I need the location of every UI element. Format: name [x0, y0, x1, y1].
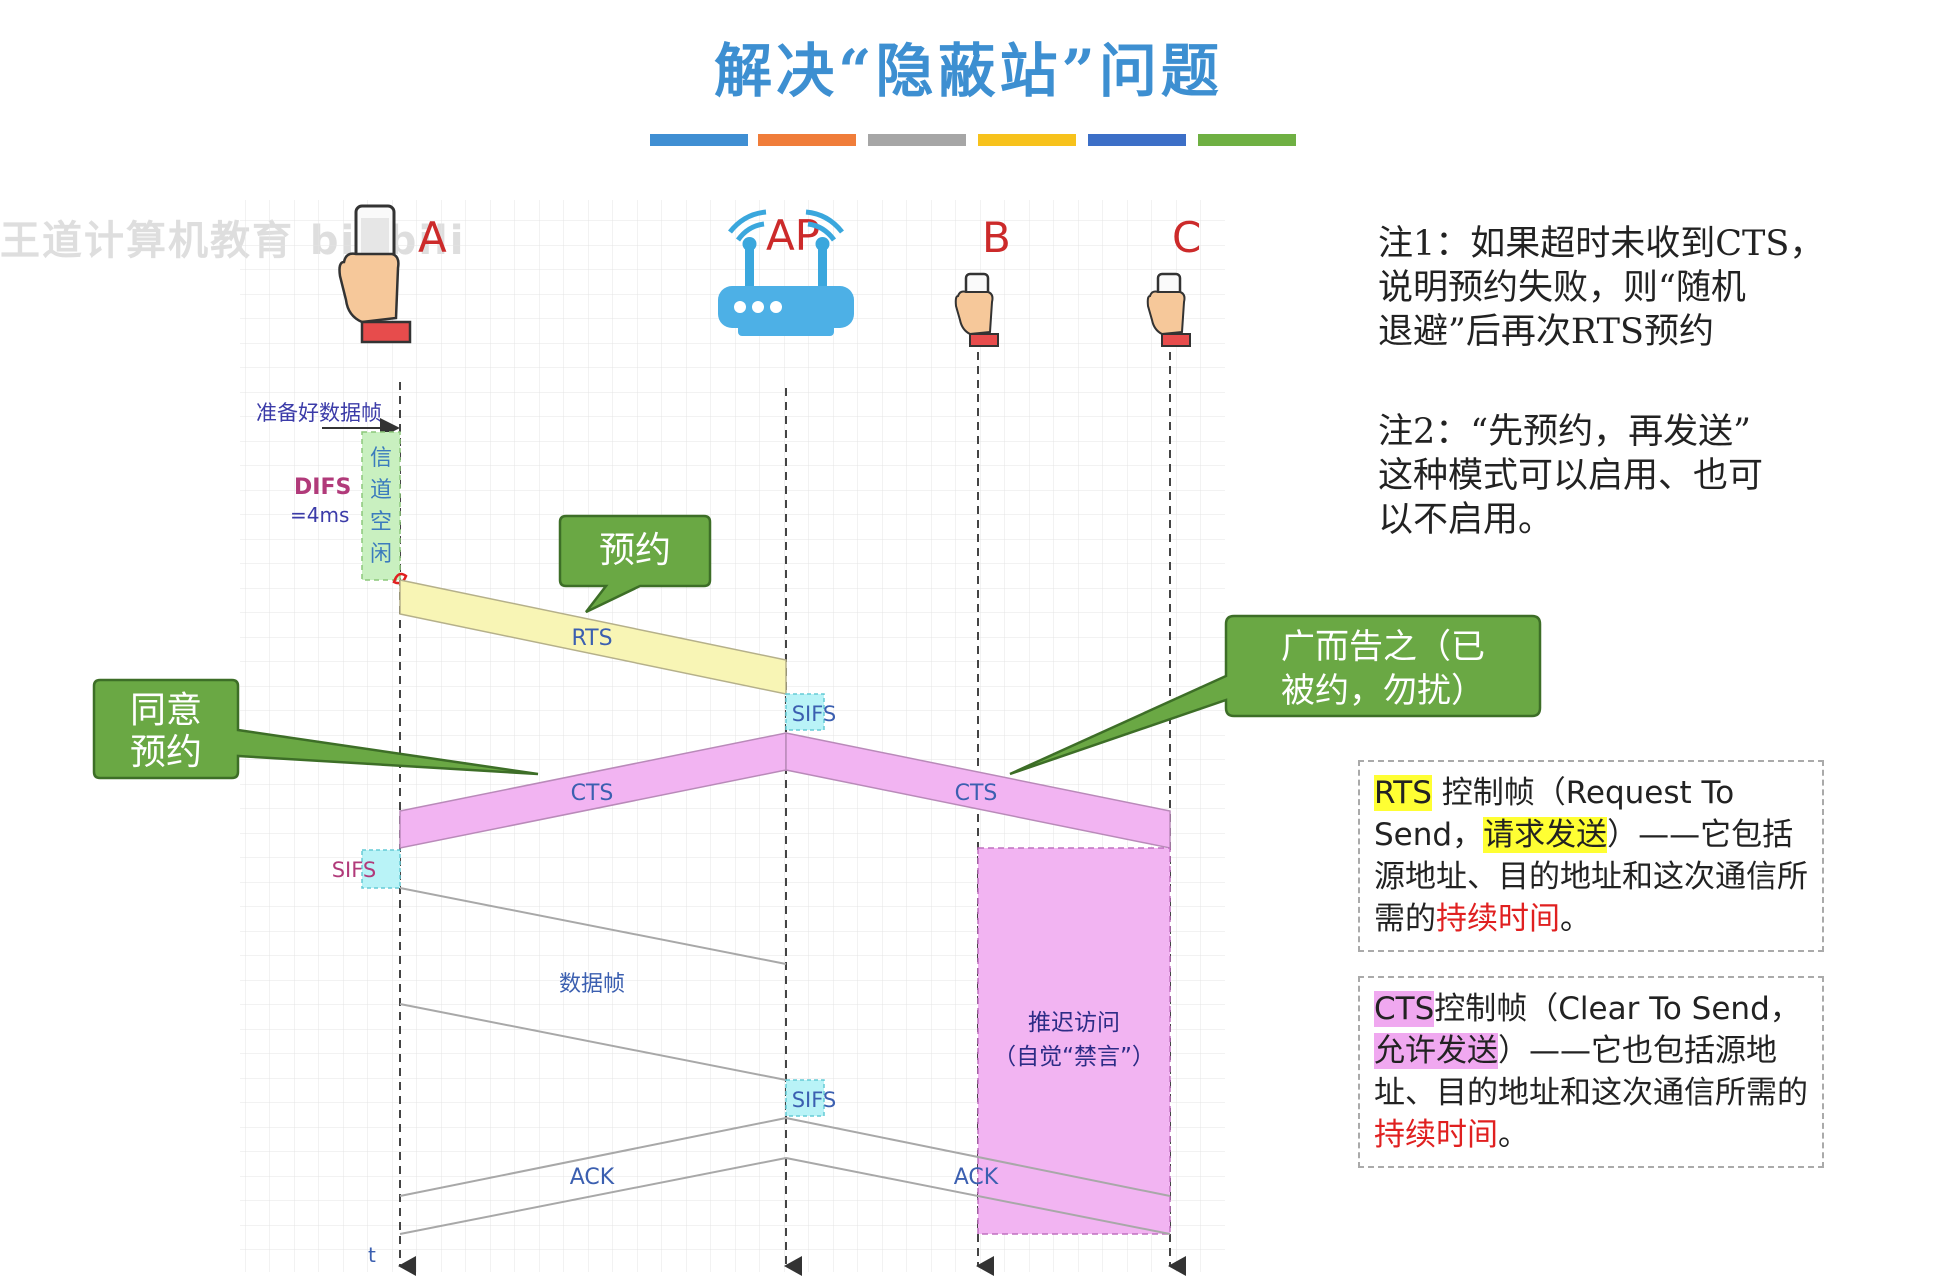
cts-definition-box: CTS控制帧（Clear To Send，允许发送）——它也包括源地址、目的地址…: [1358, 976, 1824, 1168]
callout-agree-text-1: 同意: [130, 690, 202, 731]
difs-value: =4ms: [290, 503, 349, 527]
cts-def-text-1: 控制帧（Clear To Send，: [1434, 991, 1801, 1027]
idle-char-1: 信: [370, 446, 392, 471]
station-ap-label: AP: [766, 211, 820, 260]
idle-char-2: 道: [370, 478, 392, 503]
note-2-line-1: 注2：“先预约，再发送”: [1378, 412, 1752, 452]
station-c-label: C: [1172, 213, 1201, 262]
rts-def-duration: 持续时间: [1436, 901, 1560, 937]
rts-def-highlight: 请求发送: [1483, 817, 1608, 853]
note-1-line-1: 注1：如果超时未收到CTS，: [1378, 224, 1825, 264]
cts-abbr: CTS: [1374, 991, 1435, 1027]
note-1-line-2: 说明预约失败，则“随机: [1378, 268, 1746, 308]
nav-label-1: 推迟访问: [1028, 1010, 1120, 1036]
note-2-line-3: 以不启用。: [1378, 500, 1554, 540]
sifs-label-1: SIFS: [792, 702, 837, 726]
note-1-line-3: 退避”后再次RTS预约: [1378, 312, 1714, 352]
ack-label-a: ACK: [570, 1165, 615, 1190]
note-1: 注1：如果超时未收到CTS， 说明预约失败，则“随机 退避”后再次RTS预约: [1378, 222, 1848, 354]
nav-label-2: （自觉“禁言”）: [993, 1044, 1155, 1070]
callout-agree-text-2: 预约: [130, 732, 202, 773]
sifs-label-2: SIFS: [332, 858, 377, 882]
cts-def-duration: 持续时间: [1374, 1117, 1498, 1153]
cts-def-highlight: 允许发送: [1374, 1033, 1498, 1069]
ack-label-bc: ACK: [954, 1165, 999, 1190]
rts-definition-box: RTS 控制帧（Request To Send，请求发送）——它包括源地址、目的…: [1358, 760, 1824, 952]
sifs-label-3: SIFS: [792, 1088, 837, 1112]
station-b-label: B: [982, 213, 1011, 262]
data-frame-label: 数据帧: [559, 972, 625, 997]
note-2-line-2: 这种模式可以启用、也可: [1378, 456, 1764, 496]
rts-abbr: RTS: [1374, 775, 1432, 811]
idle-char-4: 闲: [370, 542, 392, 567]
callout-broadcast-text-1: 广而告之（已: [1281, 627, 1485, 667]
idle-char-3: 空: [370, 510, 392, 535]
callout-broadcast-text-2: 被约，勿扰）: [1281, 671, 1485, 711]
note-2: 注2：“先预约，再发送” 这种模式可以启用、也可 以不启用。: [1378, 410, 1848, 542]
difs-label: DIFS: [294, 475, 351, 500]
cts-label-a: CTS: [571, 781, 614, 806]
cts-def-end: 。: [1498, 1117, 1529, 1153]
prepare-label: 准备好数据帧: [256, 401, 382, 425]
rts-label: RTS: [571, 626, 612, 651]
rts-def-end: 。: [1560, 901, 1591, 937]
callout-reserve-text: 预约: [599, 530, 671, 571]
time-axis-label: t: [368, 1243, 376, 1267]
station-a-label: A: [418, 213, 447, 262]
cts-label-bc: CTS: [955, 781, 998, 806]
